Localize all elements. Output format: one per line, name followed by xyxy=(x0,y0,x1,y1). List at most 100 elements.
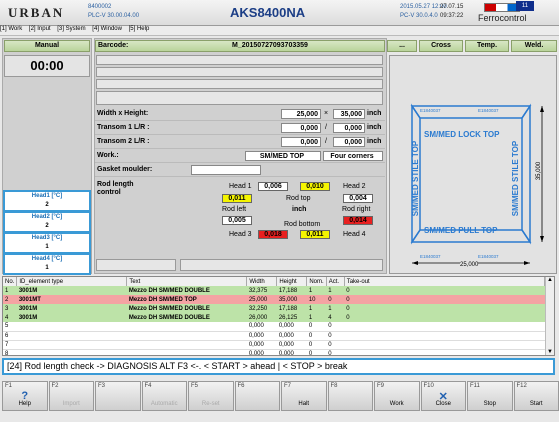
diagram-bottom-label: SM/MED PULL TOP xyxy=(424,226,498,235)
barcode-browse-button[interactable]: ... xyxy=(387,40,417,52)
table-cell xyxy=(16,349,127,355)
head3-label: Head3 [°C] xyxy=(31,235,63,241)
table-row[interactable]: 2 3001MT Mezzo DH SM/MED TOP 25,000 35,000 10… xyxy=(3,295,545,304)
transom2-left-field[interactable]: 0,000 xyxy=(281,137,321,147)
fkey-label: Halt xyxy=(298,401,310,407)
table-cell xyxy=(126,340,247,350)
table-cell: 10 xyxy=(306,295,327,304)
menu-system[interactable]: [3] System xyxy=(57,26,85,32)
table-cell: 0,000 xyxy=(276,349,307,355)
info-line-1 xyxy=(96,55,383,65)
table-cell: 8 xyxy=(3,349,17,355)
table-cell: 26,000 xyxy=(246,313,277,322)
table-cell: 25,000 xyxy=(246,295,277,304)
gasket-field[interactable] xyxy=(191,165,261,175)
urban-logo: URBAN xyxy=(8,5,65,20)
wh-label: Width x Height: xyxy=(97,110,149,117)
fkey-f11[interactable]: F11 Stop xyxy=(467,381,513,411)
fkey-f7[interactable]: F7 Halt xyxy=(281,381,327,411)
cycle-timer: 00:00 xyxy=(4,55,90,77)
work-field[interactable]: SM/MED TOP xyxy=(245,151,321,161)
menu-bar: [1] Work [2] Input [3] System [4] Window… xyxy=(0,26,559,36)
col-nom[interactable]: Nom. xyxy=(306,277,327,286)
head4-rod-label: Head 4 xyxy=(343,231,366,238)
fkey-f6[interactable]: F6 xyxy=(234,381,280,411)
fkey-f12[interactable]: F12 Start xyxy=(513,381,559,411)
table-cell: 4 xyxy=(326,313,345,322)
scroll-up-icon[interactable]: ▲ xyxy=(546,277,554,283)
rod-bottom-value-1: 0,018 xyxy=(258,230,288,239)
transom2-right-field[interactable]: 0,000 xyxy=(333,137,365,147)
rod-top-label: Rod top xyxy=(286,195,311,202)
head2-value: 2 xyxy=(45,223,49,229)
menu-work[interactable]: [1] Work xyxy=(0,26,22,32)
menu-help[interactable]: [5] Help xyxy=(129,26,150,32)
rod-right-value: 0,014 xyxy=(343,216,373,225)
table-cell: 1 xyxy=(306,286,327,295)
table-cell: 0 xyxy=(344,295,545,304)
table-cell: 1 xyxy=(326,304,345,313)
fkey-f3[interactable]: F3 xyxy=(95,381,141,411)
diagram-top-label: SM/MED LOCK TOP xyxy=(424,130,500,139)
width-field[interactable]: 25,000 xyxy=(281,109,321,119)
table-row[interactable]: 4 3001M Mezzo DH SM/MED DOUBLE 26,000 26,125… xyxy=(3,313,545,322)
head3-rod-label: Head 3 xyxy=(229,231,252,238)
table-scrollbar[interactable]: ▲ ▼ xyxy=(545,277,554,355)
transom1-right-field[interactable]: 0,000 xyxy=(333,123,365,133)
work-row: Work.: SM/MED TOP Four corners xyxy=(95,150,385,163)
rod-left-top-value: 0,011 xyxy=(222,194,252,203)
diagram-tag: E1840037 xyxy=(478,108,499,113)
table-cell: 1 xyxy=(306,313,327,322)
menu-window[interactable]: [4] Window xyxy=(92,26,122,32)
height-field[interactable]: 35,000 xyxy=(333,109,365,119)
fkey-f10[interactable]: F10 ✕ Close xyxy=(420,381,466,411)
fkey-f8[interactable]: F8 xyxy=(327,381,373,411)
fkey-number: F11 xyxy=(470,383,480,389)
head2-temp: Head2 [°C] 2 xyxy=(3,211,91,233)
fkey-number: F2 xyxy=(51,383,59,389)
col-height[interactable]: Height xyxy=(276,277,308,286)
col-takeout[interactable]: Take-out xyxy=(344,277,546,286)
table-cell: 0 xyxy=(306,349,327,355)
table-cell: 35,000 xyxy=(276,295,307,304)
table-row[interactable]: 7 0,000 0,000 0 0 xyxy=(3,340,545,350)
current-date: 27.07.15 xyxy=(440,4,464,10)
fkey-number: F6 xyxy=(237,383,245,389)
col-act[interactable]: Act. xyxy=(326,277,345,286)
table-cell: 0 xyxy=(326,349,345,355)
width-height-row: Width x Height: 25,000 × 35,000 inch xyxy=(95,108,385,121)
fkey-label: Stop xyxy=(483,401,496,407)
table-cell: Mezzo DH SM/MED DOUBLE xyxy=(126,313,247,322)
table-row[interactable]: 5 0,000 0,000 0 0 xyxy=(3,322,545,332)
barcode-value: M_20150727093703359 xyxy=(232,42,308,49)
corners-field[interactable]: Four corners xyxy=(323,151,383,161)
transom1-label: Transom 1 L/R : xyxy=(97,124,150,131)
head2-label: Head2 [°C] xyxy=(31,214,63,220)
fkey-f5[interactable]: F5 Re-set xyxy=(188,381,234,411)
rod-unit: inch xyxy=(292,206,307,213)
fkey-f9[interactable]: F9 Work xyxy=(374,381,420,411)
fkey-number: F5 xyxy=(191,383,199,389)
col-width[interactable]: Width xyxy=(246,277,278,286)
times-sign: × xyxy=(324,110,329,117)
unit-label: inch xyxy=(367,110,382,117)
table-row[interactable]: 1 3001M Mezzo DH SM/MED DOUBLE 32,375 17,188… xyxy=(3,286,545,295)
scroll-down-icon[interactable]: ▼ xyxy=(546,349,554,355)
transom1-left-field[interactable]: 0,000 xyxy=(281,123,321,133)
language-flag-icon[interactable] xyxy=(484,3,520,12)
fkey-f2[interactable]: F2 Import xyxy=(48,381,94,411)
rod-top-value: 0,004 xyxy=(343,194,373,203)
table-row[interactable]: 6 0,000 0,000 0 0 xyxy=(3,331,545,341)
menu-input[interactable]: [2] Input xyxy=(29,26,51,32)
table-row[interactable]: 8 0,000 0,000 0 0 xyxy=(3,349,545,355)
fkey-f4[interactable]: F4 Automatic xyxy=(141,381,187,411)
table-header-row: No. ID_element type Text Width Height No… xyxy=(3,277,546,286)
table-row[interactable]: 3 3001M Mezzo DH SM/MED DOUBLE 32,250 17,188… xyxy=(3,304,545,313)
col-no[interactable]: No. xyxy=(3,277,18,286)
rod-left-label: Rod left xyxy=(222,206,247,213)
col-text[interactable]: Text xyxy=(126,277,248,286)
table-cell: 1 xyxy=(3,286,17,295)
fkey-f1[interactable]: F1? Help xyxy=(2,381,48,411)
fkey-number: F1 xyxy=(5,383,13,389)
col-id[interactable]: ID_element type xyxy=(16,277,128,286)
